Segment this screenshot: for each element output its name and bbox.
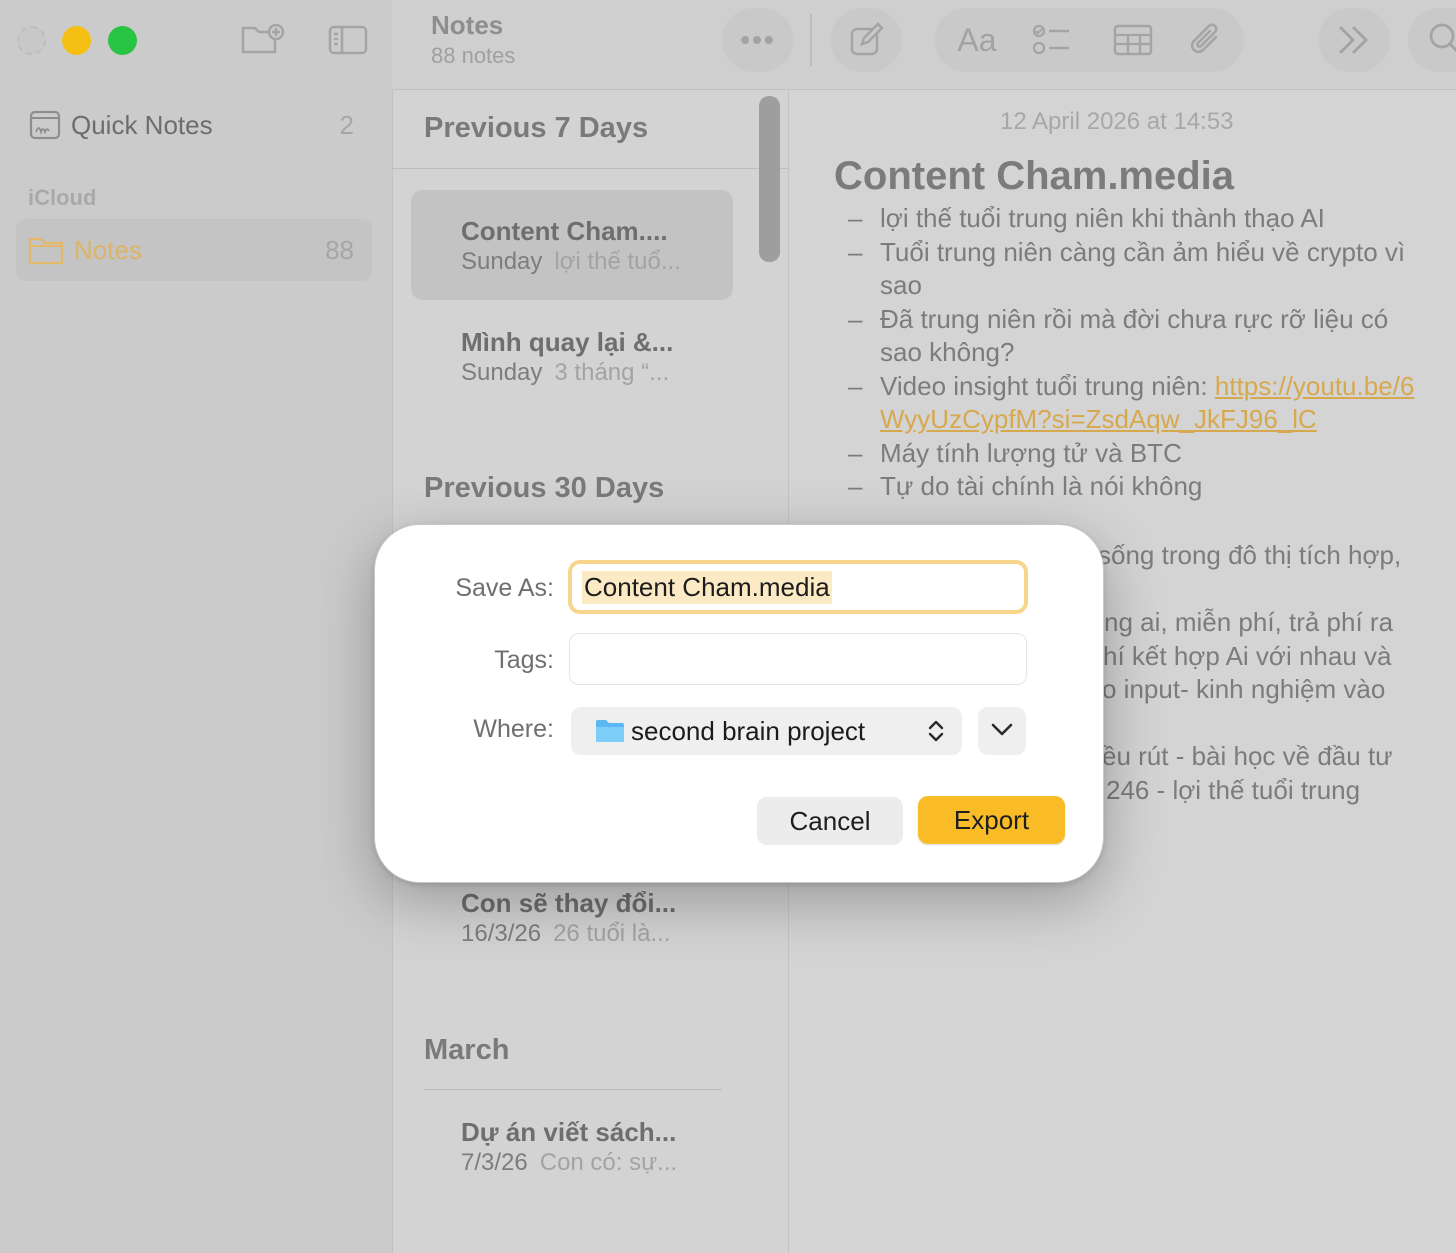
save-as-label: Save As: <box>455 574 554 602</box>
note-title: Con sẽ thay đổi... <box>461 888 677 918</box>
folder-icon <box>595 719 625 743</box>
divider <box>392 168 788 169</box>
note-preview: lợi thế tuổ... <box>554 248 681 275</box>
note-date: 7/3/26 <box>461 1149 528 1176</box>
export-button[interactable]: Export <box>918 796 1065 844</box>
note-title: Dự án viết sách... <box>461 1117 677 1147</box>
zoom-window-button[interactable] <box>108 26 137 55</box>
toolbar-divider <box>810 14 812 66</box>
note-count: 88 notes <box>431 43 516 68</box>
note-text-fragment: 246 - lợi thế tuổi trung <box>1106 775 1361 805</box>
checklist-icon[interactable] <box>1030 22 1072 58</box>
section-heading: Previous 7 Days <box>424 112 649 144</box>
where-value: second brain project <box>631 715 866 746</box>
attachment-icon[interactable] <box>1186 20 1226 60</box>
sidebar-toggle-icon[interactable] <box>328 24 368 56</box>
table-icon[interactable] <box>1112 22 1154 58</box>
format-toolbar-group: Aa <box>934 8 1244 72</box>
cancel-button[interactable]: Cancel <box>757 797 903 845</box>
note-meta: 7/3/26 Con có: sự... <box>461 1149 677 1177</box>
bullet-item: Tuổi trung niên càng cần ảm hiểu về cryp… <box>848 236 1418 303</box>
ellipsis-icon: ••• <box>740 24 776 55</box>
sidebar-item-label: Quick Notes <box>71 109 213 140</box>
note-title: Content Cham.... <box>461 216 668 246</box>
format-text-button[interactable]: Aa <box>952 20 1002 60</box>
list-item[interactable]: Content Cham.... Sunday lợi thế tuổ... <box>411 190 733 300</box>
bullet-item: lợi thế tuổi trung niên khi thành thạo A… <box>848 202 1418 236</box>
double-chevron-right-icon <box>1334 22 1374 58</box>
close-window-button[interactable] <box>17 26 46 55</box>
note-body[interactable]: lợi thế tuổi trung niên khi thành thạo A… <box>848 202 1418 504</box>
scrollbar[interactable] <box>759 96 780 262</box>
note-preview: 26 tuổi là... <box>553 920 671 947</box>
note-date: 16/3/26 <box>461 920 542 947</box>
bullet-item: Đã trung niên rồi mà đời chưa rực rỡ liệ… <box>848 303 1418 370</box>
note-text-fragment: o input- kinh nghiệm vào <box>1102 674 1386 704</box>
where-dropdown[interactable]: second brain project <box>571 707 962 755</box>
search-icon <box>1424 22 1456 58</box>
tags-field[interactable] <box>569 633 1027 685</box>
note-meta: Sunday 3 tháng “... <box>461 359 669 387</box>
quick-notes-icon <box>29 110 61 140</box>
sidebar-item-count: 2 <box>339 109 354 140</box>
note-preview: 3 tháng “... <box>554 359 670 386</box>
note-text-fragment: sống trong đô thị tích hợp, <box>1098 540 1402 570</box>
sidebar-item-notes[interactable]: Notes 88 <box>16 219 372 281</box>
note-date: Sunday <box>461 248 543 275</box>
note-timestamp: 12 April 2026 at 14:53 <box>1000 108 1234 135</box>
sidebar-group-label: iCloud <box>28 185 97 210</box>
save-as-selected-text: Content Cham.media <box>582 571 832 604</box>
bullet-item: Máy tính lượng tử và BTC <box>848 437 1418 471</box>
note-preview: Con có: sự... <box>539 1149 678 1176</box>
compose-icon <box>846 22 886 58</box>
bullet-item: Tự do tài chính là nói không <box>848 470 1418 504</box>
note-date: Sunday <box>461 359 543 386</box>
section-heading: Previous 30 Days <box>424 472 665 504</box>
bullet-item: Video insight tuổi trung niên: https://y… <box>848 370 1418 437</box>
divider <box>424 1089 722 1090</box>
note-meta: Sunday lợi thế tuổ... <box>461 248 681 276</box>
note-meta: 16/3/26 26 tuổi là... <box>461 920 671 948</box>
note-text-fragment: ều rút - bài học về đầu tư <box>1102 741 1393 771</box>
chevron-down-icon <box>990 721 1014 742</box>
sidebar-item-count: 88 <box>325 234 354 265</box>
up-down-chevron-icon <box>926 718 946 749</box>
sidebar-item-quick-notes[interactable]: Quick Notes 2 <box>16 94 372 156</box>
list-item[interactable]: Mình quay lại &... Sunday 3 tháng “... <box>411 301 733 411</box>
new-folder-icon[interactable] <box>240 22 286 58</box>
tags-label: Tags: <box>494 646 554 674</box>
section-heading: March <box>424 1034 510 1066</box>
more-options-button[interactable]: ••• <box>722 8 794 72</box>
expand-browser-button[interactable] <box>978 707 1026 755</box>
toolbar <box>392 0 1456 90</box>
app-title: Notes <box>431 10 504 40</box>
note-text-fragment: hí kết hợp Ai với nhau và <box>1103 641 1392 671</box>
bullet-text: Video insight tuổi trung niên: <box>880 370 1215 401</box>
note-title: Mình quay lại &... <box>461 327 674 357</box>
sidebar-item-label: Notes <box>74 234 142 265</box>
note-heading[interactable]: Content Cham.media <box>834 154 1234 199</box>
minimize-window-button[interactable] <box>62 26 91 55</box>
compose-button[interactable] <box>830 8 902 72</box>
more-tools-button[interactable] <box>1318 8 1390 72</box>
where-label: Where: <box>473 715 554 743</box>
note-text-fragment: ng ai, miễn phí, trả phí ra <box>1104 607 1394 637</box>
list-item[interactable]: Dự án viết sách... 7/3/26 Con có: sự... <box>411 1091 733 1201</box>
folder-icon <box>28 235 64 265</box>
